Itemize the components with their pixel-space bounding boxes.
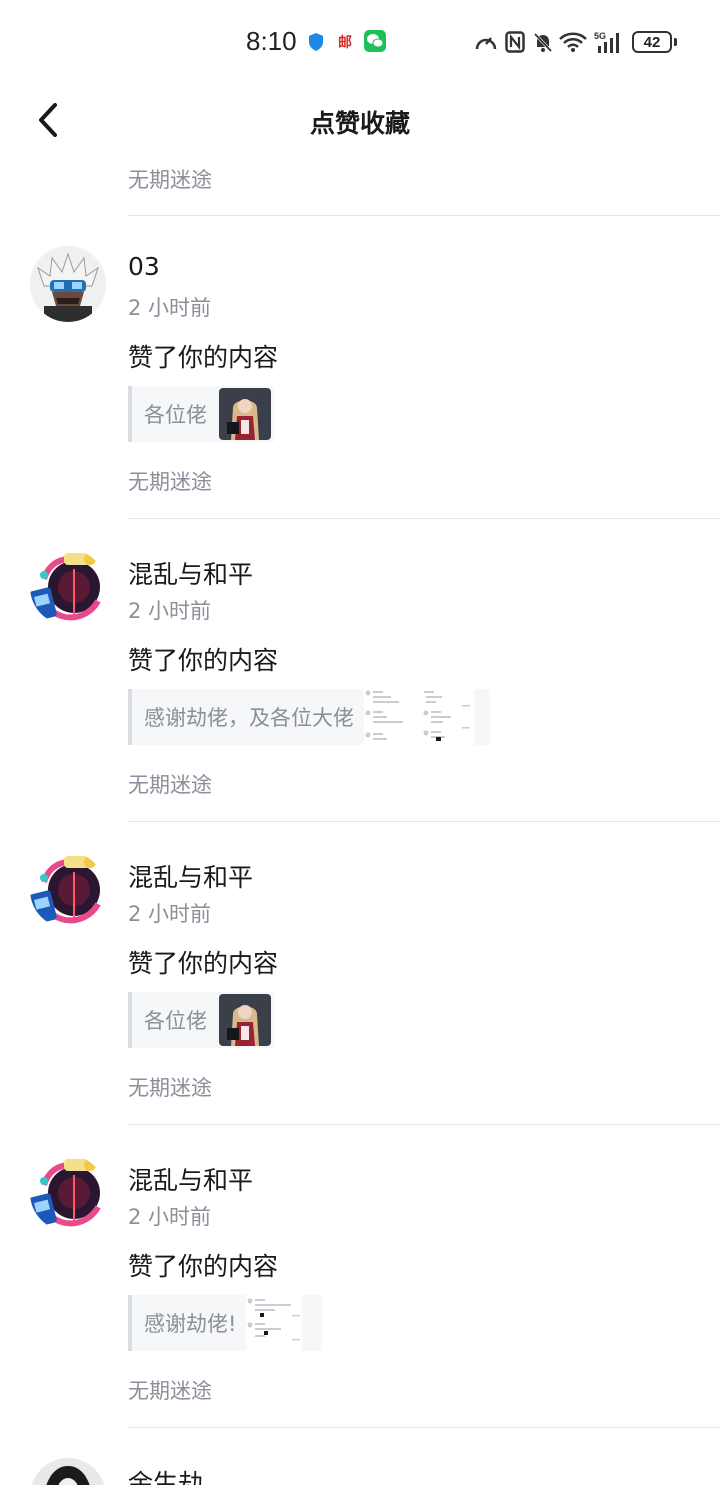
quote-text: 感谢劫佬!: [144, 1312, 237, 1336]
list-item[interactable]: 混乱与和平 2 小时前 赞了你的内容 各位佬 无期迷途: [0, 822, 720, 1125]
shield-icon: [306, 30, 326, 54]
quoted-content[interactable]: 各位佬: [128, 386, 274, 442]
quote-text: 感谢劫佬，及各位大佬: [144, 706, 354, 730]
battery-tip: [674, 38, 677, 46]
user-name[interactable]: 余生劫: [128, 1464, 203, 1485]
list-item[interactable]: 余生劫: [0, 1428, 720, 1485]
content-screenshot: [364, 689, 474, 745]
list-item[interactable]: 03 2 小时前 赞了你的内容 各位佬 无期迷途: [0, 216, 720, 519]
action-text: 赞了你的内容: [128, 646, 279, 675]
item-source[interactable]: 无期迷途: [128, 1375, 212, 1405]
mail-app-icon: 邮: [338, 35, 352, 51]
status-time: 8:10: [246, 26, 297, 56]
timestamp: 2 小时前: [128, 296, 212, 320]
status-bar: 8:10 邮 5G 42: [0, 0, 720, 84]
top-app-bar: 点赞收藏: [0, 84, 720, 156]
timestamp: 2 小时前: [128, 902, 212, 926]
item-source[interactable]: 无期迷途: [128, 164, 212, 194]
content-thumbnail: [219, 388, 271, 440]
page-title: 点赞收藏: [309, 109, 410, 138]
avatar[interactable]: [30, 1458, 106, 1485]
quoted-content[interactable]: 感谢劫佬!: [128, 1295, 322, 1351]
user-name[interactable]: 混乱与和平: [128, 858, 253, 894]
item-source[interactable]: 无期迷途: [128, 1072, 212, 1102]
user-name[interactable]: 混乱与和平: [128, 1161, 253, 1197]
quote-text: 各位佬: [144, 1009, 207, 1033]
nfc-icon: [504, 30, 526, 54]
avatar[interactable]: [30, 246, 106, 322]
action-text: 赞了你的内容: [128, 949, 279, 978]
speed-icon: [474, 30, 498, 54]
user-name[interactable]: 混乱与和平: [128, 555, 253, 591]
battery-icon: 42: [632, 30, 678, 54]
avatar[interactable]: [30, 1155, 106, 1231]
action-text: 赞了你的内容: [128, 343, 279, 372]
bell-off-icon: [532, 30, 554, 54]
timestamp: 2 小时前: [128, 1205, 212, 1229]
wechat-icon: [364, 30, 386, 52]
list-item[interactable]: 混乱与和平 2 小时前 赞了你的内容 感谢劫佬，及各位大佬 无期迷途: [0, 519, 720, 822]
list-item[interactable]: 混乱与和平 2 小时前 赞了你的内容 感谢劫佬! 无期迷途: [0, 1125, 720, 1428]
svg-text:5G: 5G: [594, 31, 606, 41]
content-thumbnail: [219, 994, 271, 1046]
quoted-content[interactable]: 各位佬: [128, 992, 274, 1048]
battery-level: 42: [632, 31, 672, 53]
signal-icon: 5G: [594, 30, 626, 54]
avatar[interactable]: [30, 549, 106, 625]
item-source[interactable]: 无期迷途: [128, 769, 212, 799]
item-source[interactable]: 无期迷途: [128, 466, 212, 496]
timestamp: 2 小时前: [128, 599, 212, 623]
action-text: 赞了你的内容: [128, 1252, 279, 1281]
quote-text: 各位佬: [144, 403, 207, 427]
wifi-icon: [558, 30, 588, 54]
user-name[interactable]: 03: [128, 252, 160, 281]
content-screenshot: [246, 1295, 303, 1351]
avatar[interactable]: [30, 852, 106, 928]
quoted-content[interactable]: 感谢劫佬，及各位大佬: [128, 689, 490, 745]
